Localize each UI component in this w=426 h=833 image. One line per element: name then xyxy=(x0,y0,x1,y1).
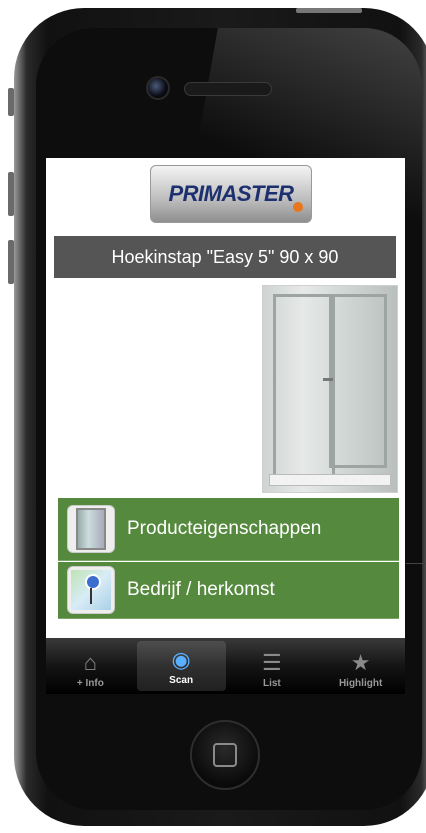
tab-label: Highlight xyxy=(338,678,383,689)
tab-bar: ⌂ + Info ◉ Scan ☰ List ★ Highlight xyxy=(46,638,405,694)
tab-scan[interactable]: ◉ Scan xyxy=(136,641,226,691)
star-icon: ★ xyxy=(350,650,371,675)
tab-info[interactable]: ⌂ + Info xyxy=(46,638,135,694)
product-title: Hoekinstap "Easy 5" 90 x 90 xyxy=(111,246,339,267)
app-screen: PRIMASTER Hoekinstap "Easy 5" 90 x 90 Pr… xyxy=(46,158,405,638)
menu-item-bedrijf-herkomst[interactable]: Bedrijf / herkomst xyxy=(58,562,399,619)
shower-cabin-icon xyxy=(67,505,115,553)
front-camera-icon xyxy=(146,76,170,100)
home-icon: ⌂ xyxy=(83,650,98,675)
door-handle xyxy=(323,378,333,381)
mute-switch xyxy=(8,88,14,116)
volume-up-button xyxy=(8,172,14,216)
list-icon: ☰ xyxy=(262,650,282,675)
product-title-bar: Hoekinstap "Easy 5" 90 x 90 xyxy=(54,236,396,278)
tab-label: + Info xyxy=(76,678,104,689)
menu-item-producteigenschappen[interactable]: Producteigenschappen xyxy=(58,498,399,561)
tab-list[interactable]: ☰ List xyxy=(228,638,317,694)
logo-dot xyxy=(293,202,303,212)
camera-icon: ◉ xyxy=(171,647,191,672)
menu-item-label: Bedrijf / herkomst xyxy=(127,579,275,600)
map-pin-icon xyxy=(67,566,115,614)
tab-highlight[interactable]: ★ Highlight xyxy=(316,638,405,694)
shower-tray xyxy=(269,474,391,486)
edge-line xyxy=(406,563,426,564)
home-square-icon xyxy=(213,743,237,767)
menu-item-label: Producteigenschappen xyxy=(127,518,322,539)
logo-text: PRIMASTER xyxy=(168,181,294,206)
power-button xyxy=(296,8,362,13)
tab-label: List xyxy=(262,678,281,689)
tab-label: Scan xyxy=(169,675,194,686)
home-button[interactable] xyxy=(190,720,260,790)
shower-door-left xyxy=(273,294,335,480)
earpiece-speaker xyxy=(184,82,272,96)
primaster-logo: PRIMASTER xyxy=(150,165,312,223)
volume-down-button xyxy=(8,240,14,284)
product-image[interactable] xyxy=(262,285,398,493)
shower-door-right xyxy=(329,294,387,468)
